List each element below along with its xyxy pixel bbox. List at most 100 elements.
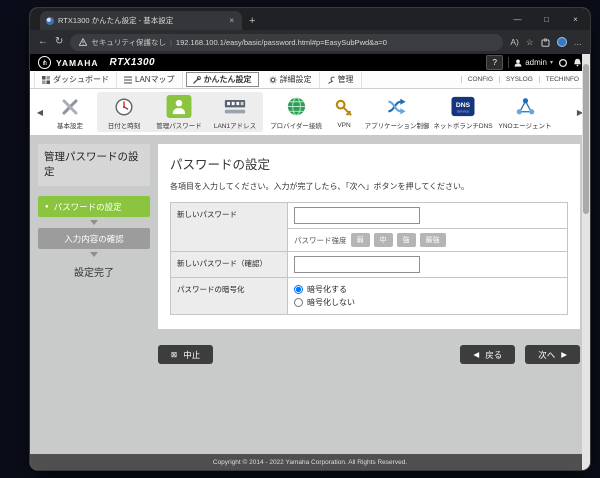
strength-badge-medium: 中 xyxy=(373,233,393,247)
tab-advanced[interactable]: 詳細設定 xyxy=(262,71,320,88)
easy-setup-tools-icon xyxy=(192,75,201,84)
more-menu-icon[interactable]: … xyxy=(574,38,583,47)
tab-easy-setup[interactable]: かんたん設定 xyxy=(185,72,259,87)
nav-item-dns-label: ネットボランチDNS xyxy=(433,123,493,130)
minimize-button[interactable]: — xyxy=(503,8,532,30)
confirm-password-input[interactable] xyxy=(294,256,420,273)
wizard-steps: ● パスワードの設定 入力内容の確認 設定完了 xyxy=(38,196,150,282)
wizard-title: 管理パスワードの設定 xyxy=(38,144,150,187)
icon-nav-items: 基本設定 日付と時刻 管理パスワード LAN1アドレス プロバイダー接続 VPN… xyxy=(46,92,574,132)
next-arrow-icon: ▶ xyxy=(561,349,567,359)
browser-tab[interactable]: RTX1300 かんたん設定 - 基本設定 × xyxy=(40,11,242,30)
step-complete: 設定完了 xyxy=(38,261,150,282)
icon-nav: ◀ 基本設定 日付と時刻 管理パスワード LAN1アドレス プロバイダー接続 V… xyxy=(30,89,590,136)
link-techinfo[interactable]: TECHINFO xyxy=(538,76,586,83)
strength-badge-strong: 強 xyxy=(396,233,416,247)
cancel-box-icon: ⊠ xyxy=(171,349,178,359)
help-button[interactable]: ? xyxy=(486,55,504,70)
back-button-label: 戻る xyxy=(485,349,503,360)
window-controls: — □ × xyxy=(503,8,590,30)
bell-icon[interactable] xyxy=(573,58,582,67)
page-scrollbar[interactable] xyxy=(582,54,590,470)
header-links: CONFIG SYSLOG TECHINFO xyxy=(460,76,586,83)
tab-lanmap[interactable]: LANマップ xyxy=(117,71,183,88)
security-label: セキュリティ保護なし xyxy=(91,37,166,47)
tab-title: RTX1300 かんたん設定 - 基本設定 xyxy=(58,16,174,25)
user-name: admin xyxy=(525,58,547,67)
nav-item-appcontrol[interactable]: アプリケーション制御 xyxy=(362,94,432,130)
refresh-icon[interactable]: ↻ xyxy=(55,37,63,47)
step-password-setting: ● パスワードの設定 xyxy=(38,196,150,218)
panel-description: 各項目を入力してください。入力が完了したら、「次へ」ボタンを押してください。 xyxy=(170,182,470,191)
nav-item-admin-password-label: 管理パスワード xyxy=(156,123,202,130)
nav-item-provider[interactable]: プロバイダー接続 xyxy=(266,94,326,130)
cancel-button-label: 中止 xyxy=(183,349,201,360)
extensions-puzzle-icon[interactable] xyxy=(541,37,550,47)
encrypt-on-label: 暗号化する xyxy=(307,285,347,294)
logout-icon[interactable] xyxy=(558,58,568,68)
dns-service-icon: DNS Service xyxy=(450,94,476,119)
scrollbar-thumb[interactable] xyxy=(583,64,589,214)
tab-dashboard[interactable]: ダッシュボード xyxy=(34,71,117,88)
network-nodes-icon xyxy=(514,94,537,119)
close-button[interactable]: × xyxy=(561,8,590,30)
next-button[interactable]: 次へ ▶ xyxy=(525,345,580,364)
nav-left-arrow[interactable]: ◀ xyxy=(34,108,46,117)
nav-item-datetime[interactable]: 日付と時刻 xyxy=(98,94,150,130)
back-nav-button[interactable]: ◀ 戻る xyxy=(460,345,516,364)
nav-buttons: ◀ 戻る 次へ ▶ xyxy=(460,345,580,364)
nav-item-provider-label: プロバイダー接続 xyxy=(270,123,322,130)
wizard-sidebar: 管理パスワードの設定 ● パスワードの設定 入力内容の確認 設定完了 xyxy=(38,144,150,454)
caret-down-icon: ▾ xyxy=(549,60,553,66)
link-syslog[interactable]: SYSLOG xyxy=(499,76,539,83)
tab-easy-setup-label: かんたん設定 xyxy=(203,75,252,84)
browser-window: RTX1300 かんたん設定 - 基本設定 × + — □ × ← ↻ セキュリ… xyxy=(29,7,591,471)
keys-icon xyxy=(333,96,356,121)
new-password-label: 新しいパスワード xyxy=(170,202,288,252)
switch-ports-icon xyxy=(223,94,247,119)
strength-badge-weak: 弱 xyxy=(350,233,370,247)
step-connector xyxy=(90,252,98,258)
back-icon[interactable]: ← xyxy=(38,37,48,47)
tab-management[interactable]: 管理 xyxy=(320,71,362,88)
address-bar[interactable]: セキュリティ保護なし | 192.168.100.1/easy/basic/pa… xyxy=(70,33,504,51)
tab-advanced-label: 詳細設定 xyxy=(279,75,312,84)
router-page: ⋔ YAMAHA RTX1300 ? admin ▾ ダッシュボード LANマッ… xyxy=(30,54,590,470)
encrypt-off-label: 暗号化しない xyxy=(307,298,355,307)
nav-item-vpn[interactable]: VPN xyxy=(326,96,362,129)
user-icon xyxy=(514,59,522,67)
nav-item-yno-label: YNOエージェント xyxy=(498,123,552,130)
new-tab-button[interactable]: + xyxy=(249,15,255,27)
new-password-input[interactable] xyxy=(294,207,420,224)
url-text: 192.168.100.1/easy/basic/password.html#p… xyxy=(175,37,387,47)
browser-toolbar: ← ↻ セキュリティ保護なし | 192.168.100.1/easy/basi… xyxy=(30,30,590,54)
crossing-arrows-icon xyxy=(385,94,409,119)
nav-item-lan1[interactable]: LAN1アドレス xyxy=(208,94,262,130)
clock-gauge-icon xyxy=(113,94,135,119)
user-menu[interactable]: admin ▾ xyxy=(514,58,553,67)
tab-lanmap-label: LANマップ xyxy=(135,75,175,84)
nav-item-appcontrol-label: アプリケーション制御 xyxy=(364,123,430,130)
encrypt-off-radio[interactable] xyxy=(294,298,303,307)
link-config[interactable]: CONFIG xyxy=(460,76,499,83)
copyright-text: Copyright © 2014 - 2022 Yamaha Corporati… xyxy=(212,458,408,466)
read-aloud-icon[interactable]: A) xyxy=(510,38,519,47)
svg-text:Service: Service xyxy=(457,110,470,114)
nav-item-admin-password[interactable]: 管理パスワード xyxy=(150,94,208,130)
profile-avatar[interactable] xyxy=(556,37,567,47)
svg-text:DNS: DNS xyxy=(456,102,471,109)
encrypt-off-option[interactable]: 暗号化しない xyxy=(294,297,561,308)
nav-item-yno[interactable]: YNOエージェント xyxy=(494,94,556,130)
favorite-star-icon[interactable]: ☆ xyxy=(526,38,534,47)
settings-panel: パスワードの設定 各項目を入力してください。入力が完了したら、「次へ」ボタンを押… xyxy=(158,144,580,329)
header-divider xyxy=(508,57,510,68)
nav-item-basic[interactable]: 基本設定 xyxy=(46,94,94,130)
encrypt-on-option[interactable]: 暗号化する xyxy=(294,284,561,295)
dashboard-grid-icon xyxy=(42,75,50,84)
panel-title: パスワードの設定 xyxy=(170,158,271,172)
cancel-button[interactable]: ⊠ 中止 xyxy=(158,345,214,364)
tab-close-icon[interactable]: × xyxy=(227,16,236,25)
maximize-button[interactable]: □ xyxy=(532,8,561,30)
nav-item-dns[interactable]: DNS Service ネットボランチDNS xyxy=(432,94,494,130)
encrypt-on-radio[interactable] xyxy=(294,285,303,294)
